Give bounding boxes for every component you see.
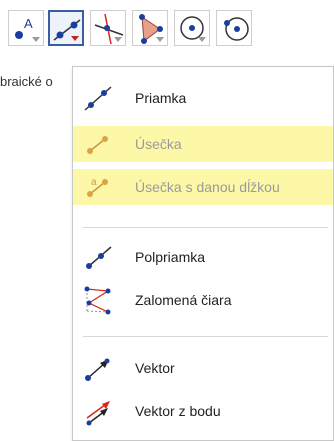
menu-separator bbox=[83, 227, 328, 228]
menu-item-label: Úsečka bbox=[135, 136, 182, 152]
circle-partial-icon bbox=[224, 17, 249, 41]
menu-item-label: Vektor z bodu bbox=[135, 403, 221, 419]
menu-item-label: Úsečka s danou dĺžkou bbox=[135, 179, 280, 195]
polygon-tool-button[interactable] bbox=[132, 10, 168, 46]
circle-tool-button[interactable] bbox=[174, 10, 210, 46]
segment-icon bbox=[87, 136, 108, 154]
menu-item-zalomena-ciara[interactable]: Zalomená čiara bbox=[73, 282, 333, 318]
menu-item-vektor-z-bodu[interactable]: Vektor z bodu bbox=[73, 393, 333, 429]
menu-item-priamka[interactable]: Priamka bbox=[73, 80, 333, 116]
line-tool-button[interactable] bbox=[48, 10, 84, 46]
menu-item-label: Zalomená čiara bbox=[135, 292, 232, 308]
dropdown-caret-icon bbox=[156, 37, 164, 42]
menu-item-usecka[interactable]: Úsečka bbox=[73, 126, 333, 162]
point-label-text: A bbox=[24, 16, 33, 31]
menu-separator bbox=[83, 336, 328, 337]
circle-points-tool-button[interactable] bbox=[216, 10, 252, 46]
vector-icon bbox=[85, 358, 110, 381]
dropdown-caret-icon bbox=[32, 37, 40, 42]
point-tool-button[interactable]: A bbox=[8, 10, 44, 46]
segment-fixed-length-icon: a bbox=[87, 177, 108, 197]
ray-icon bbox=[86, 246, 112, 269]
line-through-two-points-icon bbox=[84, 86, 112, 111]
line-icon bbox=[53, 19, 81, 41]
menu-item-label: Vektor bbox=[135, 360, 175, 376]
tool-dropdown-menu: Priamka Úsečka a Úsečka s danou dĺžkou P… bbox=[72, 66, 334, 441]
view-tab-label-left[interactable]: braické o bbox=[0, 74, 53, 89]
dropdown-caret-icon bbox=[198, 37, 206, 42]
dropdown-caret-icon bbox=[71, 36, 79, 41]
perpendicular-tool-button[interactable] bbox=[90, 10, 126, 46]
dropdown-caret-icon bbox=[114, 37, 122, 42]
menu-item-polpriamka[interactable]: Polpriamka bbox=[73, 239, 333, 275]
segment-length-letter: a bbox=[91, 177, 97, 188]
menu-item-vektor[interactable]: Vektor bbox=[73, 350, 333, 386]
menu-item-usecka-s-danou-dlzkou[interactable]: a Úsečka s danou dĺžkou bbox=[73, 169, 333, 205]
menu-item-label: Priamka bbox=[135, 90, 187, 106]
polyline-icon bbox=[84, 286, 111, 315]
menu-item-label: Polpriamka bbox=[135, 249, 206, 265]
vector-from-point-icon bbox=[86, 401, 110, 426]
toolbar: A bbox=[0, 0, 334, 64]
